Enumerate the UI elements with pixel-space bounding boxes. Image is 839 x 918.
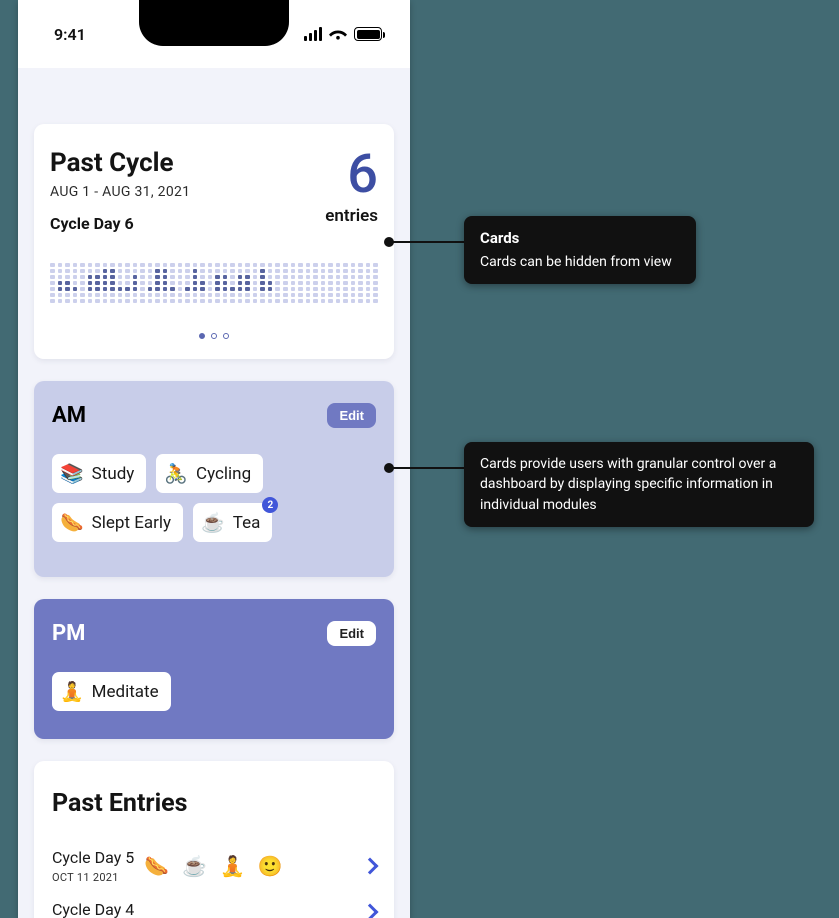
pm-edit-button[interactable]: Edit — [327, 621, 376, 646]
entry-title: Cycle Day 5 — [52, 848, 134, 867]
entry-emojis: 🌭 ☕ 🧘 🙂 — [134, 854, 364, 878]
entry-date: OCT 11 2021 — [52, 871, 134, 884]
am-edit-button[interactable]: Edit — [327, 403, 376, 428]
cycle-range: AUG 1 - AUG 31, 2021 — [50, 184, 190, 200]
annotation-2: Cards provide users with granular contro… — [464, 442, 814, 527]
entry-title: Cycle Day 4 — [52, 900, 134, 918]
chip-emoji: ☕ — [201, 511, 225, 534]
cycle-count-label: entries — [325, 206, 378, 226]
cycle-count-number: 6 — [325, 148, 378, 202]
chevron-right-icon — [362, 858, 379, 875]
pager-dot-2[interactable] — [211, 333, 217, 339]
annotation-2-body: Cards provide users with granular contro… — [480, 456, 776, 513]
cycle-summary: Past Cycle AUG 1 - AUG 31, 2021 Cycle Da… — [50, 148, 190, 233]
chip-badge: 2 — [262, 497, 278, 513]
entry-text: Cycle Day 5 OCT 11 2021 — [52, 848, 134, 884]
pm-chips: 🧘 Meditate — [52, 672, 376, 711]
am-chip-3[interactable]: ☕Tea2 — [193, 503, 272, 542]
past-cycle-card[interactable]: Past Cycle AUG 1 - AUG 31, 2021 Cycle Da… — [34, 124, 394, 359]
status-icons — [304, 27, 382, 41]
cycle-count: 6 entries — [325, 148, 378, 226]
chip-label: Study — [92, 464, 135, 484]
battery-icon — [354, 27, 382, 41]
annotation-1-title: Cards — [480, 228, 680, 250]
am-card[interactable]: AM Edit 📚 Study 🚴 Cycling 🌭 Slept Early ☕ Tea2 — [34, 381, 394, 577]
entry-row-0[interactable]: Cycle Day 5 OCT 11 2021🌭 ☕ 🧘 🙂 — [52, 840, 376, 892]
pm-card[interactable]: PM Edit 🧘 Meditate — [34, 599, 394, 739]
status-bar: 9:41 — [18, 0, 410, 68]
annotation-1-leader — [389, 241, 465, 243]
cycle-title: Past Cycle — [50, 148, 190, 178]
chip-label: Tea — [233, 513, 261, 533]
phone-frame: 9:41 Past Cycle AUG 1 - AUG 31, 2021 Cyc… — [18, 0, 410, 918]
entry-text: Cycle Day 4 — [52, 900, 134, 918]
am-title: AM — [52, 403, 86, 428]
chip-label: Meditate — [92, 682, 159, 702]
chevron-right-icon — [362, 903, 379, 918]
pager-dot-1[interactable] — [199, 333, 205, 339]
status-time: 9:41 — [54, 25, 86, 44]
annotation-2-leader — [389, 467, 465, 469]
annotation-1-body: Cards can be hidden from view — [480, 254, 672, 270]
cycle-bar-chart — [50, 257, 378, 303]
chip-emoji: 🧘 — [60, 680, 84, 703]
entry-row-1[interactable]: Cycle Day 4 — [52, 892, 376, 918]
cycle-day: Cycle Day 6 — [50, 214, 190, 233]
chip-emoji: 🚴 — [164, 462, 188, 485]
chip-emoji: 🌭 — [60, 511, 84, 534]
annotation-1: Cards Cards can be hidden from view — [464, 216, 696, 284]
chip-label: Cycling — [196, 464, 251, 484]
notch — [139, 0, 289, 46]
pm-chip-0[interactable]: 🧘 Meditate — [52, 672, 171, 711]
entries-title: Past Entries — [52, 789, 376, 818]
signal-icon — [304, 27, 322, 41]
am-chip-1[interactable]: 🚴 Cycling — [156, 454, 263, 493]
am-chips: 📚 Study 🚴 Cycling 🌭 Slept Early ☕ Tea2 — [52, 454, 376, 542]
content-scroll[interactable]: Past Cycle AUG 1 - AUG 31, 2021 Cycle Da… — [18, 68, 410, 918]
wifi-icon — [329, 27, 347, 41]
pm-title: PM — [52, 621, 85, 646]
pager-dot-3[interactable] — [223, 333, 229, 339]
am-chip-0[interactable]: 📚 Study — [52, 454, 146, 493]
chip-emoji: 📚 — [60, 462, 84, 485]
chip-label: Slept Early — [92, 513, 171, 533]
past-entries-card[interactable]: Past Entries Cycle Day 5 OCT 11 2021🌭 ☕ 🧘… — [34, 761, 394, 918]
am-chip-2[interactable]: 🌭 Slept Early — [52, 503, 183, 542]
pager-dots[interactable] — [50, 333, 378, 339]
